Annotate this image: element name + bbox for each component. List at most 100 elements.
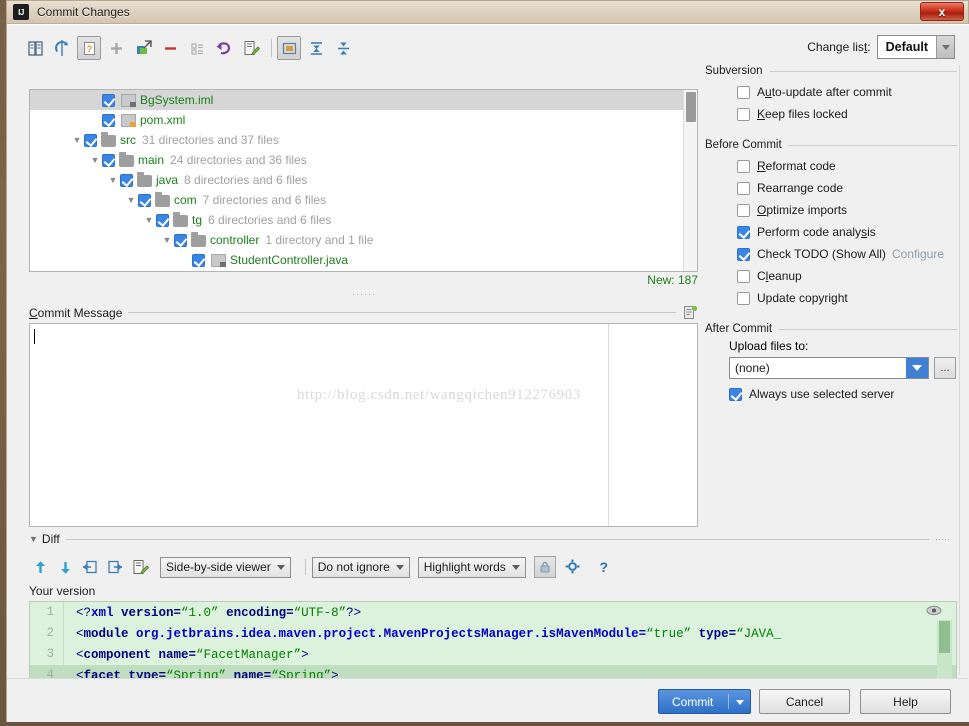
next-difference-icon[interactable] <box>54 556 76 578</box>
tree-vertical-scrollbar[interactable] <box>683 90 697 271</box>
gear-icon[interactable] <box>562 556 584 578</box>
eye-icon[interactable] <box>926 605 942 617</box>
whitespace-mode-combobox[interactable]: Do not ignore <box>311 556 410 578</box>
accept-right-icon[interactable] <box>104 556 126 578</box>
tree-row-checkbox[interactable] <box>102 153 115 167</box>
collapse-all-icon[interactable] <box>331 36 355 60</box>
commit-button[interactable]: Commit <box>658 689 751 714</box>
show-diff-icon[interactable] <box>23 36 47 60</box>
edit-source-icon[interactable] <box>239 36 263 60</box>
diff-section-header[interactable]: ▼ Diff ····· <box>29 531 957 547</box>
accept-left-icon[interactable] <box>79 556 101 578</box>
chevron-down-icon[interactable] <box>736 700 744 705</box>
add-icon[interactable] <box>104 36 128 60</box>
keep-files-locked[interactable]: Keep files locked <box>705 103 957 125</box>
edit-source-icon[interactable] <box>129 556 151 578</box>
rearrange-code[interactable]: Rearrange code <box>705 177 957 199</box>
commit-button-label: Commit <box>672 694 714 709</box>
delete-icon[interactable] <box>158 36 182 60</box>
chevron-down-icon[interactable]: ▼ <box>70 135 84 145</box>
group-by-directory-icon[interactable] <box>277 36 301 60</box>
keep-files-locked-checkbox[interactable] <box>737 107 750 121</box>
refresh-icon[interactable] <box>50 36 74 60</box>
reformat-code[interactable]: Reformat code <box>705 155 957 177</box>
cleanup[interactable]: Cleanup <box>705 265 957 287</box>
previous-difference-icon[interactable] <box>29 556 51 578</box>
svg-text:?: ? <box>86 44 92 54</box>
check-todo[interactable]: Check TODO (Show All) Configure <box>705 243 957 265</box>
tree-row-checkbox[interactable] <box>138 193 151 207</box>
chevron-down-icon[interactable] <box>906 358 928 378</box>
tree-row[interactable]: pom.xml <box>30 110 697 130</box>
auto-update-after-commit[interactable]: Auto-update after commit <box>705 81 957 103</box>
rearrange-code-checkbox[interactable] <box>737 181 750 195</box>
check-todo-checkbox[interactable] <box>737 247 750 261</box>
help-icon[interactable]: ? <box>593 556 615 578</box>
upload-server-combobox[interactable]: (none) <box>729 357 929 379</box>
auto-update-after-commit-checkbox[interactable] <box>737 85 750 99</box>
close-button[interactable]: x <box>920 2 964 21</box>
group-by-icon[interactable] <box>185 36 209 60</box>
code-token: “FacetManager” <box>196 647 302 662</box>
tree-row[interactable]: ▼ com 7 directories and 6 files <box>30 190 697 210</box>
configure-link[interactable]: Configure <box>892 247 944 261</box>
help-button[interactable]: Help <box>860 689 951 714</box>
options-scrollbar[interactable] <box>959 65 968 675</box>
cleanup-checkbox[interactable] <box>737 269 750 283</box>
perform-code-analysis[interactable]: Perform code analysis <box>705 221 957 243</box>
tree-row-checkbox[interactable] <box>102 93 115 107</box>
highlight-mode-combobox[interactable]: Highlight words <box>417 556 526 578</box>
chevron-down-icon[interactable]: ▼ <box>160 235 174 245</box>
commit-message-history-icon[interactable] <box>682 305 698 321</box>
tree-row[interactable]: StudentController.java <box>30 250 697 270</box>
chevron-down-icon[interactable]: ▼ <box>29 534 38 544</box>
show-unversioned-files-icon[interactable]: ? <box>77 36 101 60</box>
folder-icon <box>155 191 170 207</box>
changed-files-tree[interactable]: BgSystem.iml pom.xml ▼ src 31 directories an… <box>29 89 698 272</box>
tree-row-checkbox[interactable] <box>84 133 97 147</box>
optimize-imports-checkbox[interactable] <box>737 203 750 217</box>
chevron-down-icon[interactable]: ▼ <box>124 195 138 205</box>
tree-row[interactable]: ▼ main 24 directories and 36 files <box>30 150 697 170</box>
chevron-down-icon[interactable] <box>936 36 954 58</box>
tree-row-checkbox[interactable] <box>102 113 115 127</box>
commit-message-input[interactable]: http://blog.csdn.net/wangqichen912276903 <box>29 323 698 527</box>
upload-server-value: (none) <box>735 361 770 375</box>
chevron-down-icon[interactable]: ▼ <box>106 175 120 185</box>
diff-vertical-scrollbar[interactable] <box>937 620 952 680</box>
tree-row-checkbox[interactable] <box>192 253 205 267</box>
chevron-down-icon[interactable]: ▼ <box>88 155 102 165</box>
always-use-selected-server[interactable]: Always use selected server <box>705 383 957 405</box>
tree-scroll-thumb[interactable] <box>686 92 696 122</box>
file-icon <box>121 93 136 107</box>
tree-row[interactable]: ▼ tg 6 directories and 6 files <box>30 210 697 230</box>
update-copyright-checkbox[interactable] <box>737 291 750 305</box>
revert-icon[interactable] <box>212 36 236 60</box>
expand-all-icon[interactable] <box>304 36 328 60</box>
move-to-changelist-icon[interactable] <box>131 36 155 60</box>
tree-row-checkbox[interactable] <box>156 213 169 227</box>
browse-servers-button[interactable]: ... <box>934 357 956 379</box>
tree-row[interactable]: BgSystem.iml <box>30 90 697 110</box>
tree-row[interactable]: ▼ controller 1 directory and 1 file <box>30 230 697 250</box>
reformat-code-checkbox[interactable] <box>737 159 750 173</box>
tree-row-checkbox[interactable] <box>120 173 133 187</box>
commit-changes-dialog: Commit Changes x <box>6 0 969 722</box>
optimize-imports[interactable]: Optimize imports <box>705 199 957 221</box>
chevron-down-icon[interactable]: ▼ <box>142 215 156 225</box>
changelist-combobox[interactable]: Default <box>876 35 955 59</box>
diff-splitter-handle[interactable]: ····· <box>935 534 957 544</box>
lock-icon[interactable] <box>533 556 556 578</box>
tree-row-checkbox[interactable] <box>174 233 187 247</box>
perform-code-analysis-checkbox[interactable] <box>737 225 750 239</box>
always-use-selected-server-checkbox[interactable] <box>729 387 742 401</box>
option-group-header: Subversion <box>705 65 957 77</box>
update-copyright[interactable]: Update copyright <box>705 287 957 309</box>
diff-scroll-thumb[interactable] <box>939 621 950 653</box>
cancel-button[interactable]: Cancel <box>759 689 850 714</box>
tree-splitter-handle[interactable]: ······ <box>352 289 378 295</box>
viewer-mode-combobox[interactable]: Side-by-side viewer <box>160 556 291 578</box>
diff-code-viewer[interactable]: 1 <?xml version=“1.0” encoding=“UTF-8”?> 2… <box>29 601 957 683</box>
tree-row[interactable]: ▼ src 31 directories and 37 files <box>30 130 697 150</box>
tree-row[interactable]: ▼ java 8 directories and 6 files <box>30 170 697 190</box>
